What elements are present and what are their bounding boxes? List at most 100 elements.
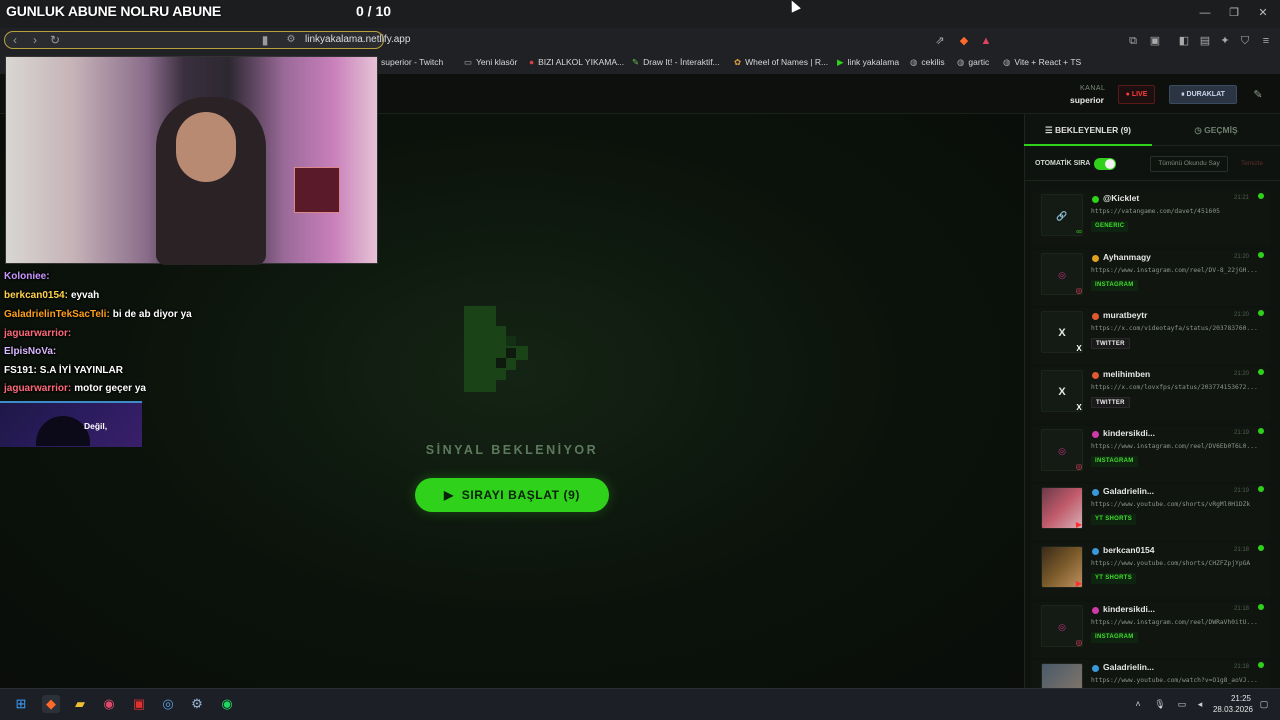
channel-name: superior (1069, 95, 1104, 105)
queue-item-time: 21:21 (1234, 195, 1250, 201)
microphone-icon[interactable]: 🎙 (1154, 698, 1166, 710)
reload-icon[interactable]: ↻ (48, 33, 62, 47)
minimize-icon[interactable]: — (1198, 6, 1212, 20)
queue-item-url[interactable]: https://www.instagram.com/reel/DWRaVh0it… (1091, 619, 1261, 626)
chat-text: S.A İYİ YAYINLAR (39, 365, 123, 376)
channel-label: KANAL (1080, 85, 1106, 92)
network-icon[interactable]: ▭ (1176, 698, 1188, 710)
queue-item-url[interactable]: https://www.instagram.com/reel/DV6Eb0T6L… (1091, 443, 1261, 450)
forward-icon[interactable]: › (28, 33, 42, 47)
url-text[interactable]: linkyakalama.netlify.app (305, 34, 410, 45)
queue-item[interactable]: ▶Galadrielin...21:18https://www.youtube.… (1032, 660, 1270, 705)
stream-overlay-counter: 0 / 10 (356, 3, 392, 19)
site-info-icon[interactable]: ⚙ (284, 33, 298, 47)
chat-username: ElpisNoVa: (4, 346, 57, 357)
wallet-icon[interactable]: ▤ (1198, 34, 1212, 48)
notification-icon[interactable]: ▢ (1258, 698, 1270, 710)
steam-icon[interactable]: ⚙ (188, 695, 206, 713)
queue-item-url[interactable]: https://www.youtube.com/shorts/vRgMl0H1D… (1091, 501, 1261, 508)
instagram-icon: ◎ ◎ (1041, 605, 1083, 647)
volume-icon[interactable]: ◂ (1194, 698, 1206, 710)
tray-chevron-icon[interactable]: ˄ (1132, 698, 1144, 710)
clock-icon: ◷ (1194, 125, 1205, 135)
clock-date[interactable]: 28.03.2026 (1210, 705, 1256, 714)
edit-icon[interactable]: ✎ (1250, 87, 1266, 103)
bookmark-item[interactable]: ▶ link yakalama (837, 57, 899, 68)
status-dot-icon (1258, 486, 1264, 492)
source-dot-icon (1092, 196, 1099, 203)
mark-all-read-button[interactable]: Tümünü Okundu Say (1150, 156, 1228, 172)
file-explorer-icon[interactable]: ▰ (71, 695, 89, 713)
bookmark-item[interactable]: ◍ Vite + React + TS (1003, 57, 1081, 68)
queue-item-url[interactable]: https://x.com/lovxfps/status/20377415367… (1091, 384, 1261, 391)
pause-button[interactable]: ⏸ DURAKLAT (1169, 85, 1237, 104)
platform-tag: YT SHORTS (1091, 573, 1137, 584)
queue-item-name: kindersikdi... (1103, 604, 1155, 614)
app-icon[interactable]: ◉ (100, 695, 118, 713)
bookmark-item[interactable]: ● BIZI ALKOL YIKAMA... (529, 57, 624, 67)
queue-item-url[interactable]: https://www.youtube.com/shorts/CHZFZpjYp… (1091, 560, 1261, 567)
queue-item[interactable]: ▶ berkcan0154 21:18 https://www.youtube.com… (1032, 543, 1270, 599)
queue-item-url[interactable]: https://www.instagram.com/reel/DV-8_22jG… (1091, 267, 1261, 274)
queue-item[interactable]: ▶ Galadrielin... 21:19 https://www.youtube.… (1032, 484, 1270, 540)
start-queue-button[interactable]: ▶ SIRAYI BAŞLAT (9) (415, 478, 609, 512)
source-dot-icon (1092, 489, 1099, 496)
leo-ai-icon[interactable]: ✦ (1218, 34, 1232, 48)
brave-shield-icon[interactable]: ◆ (957, 34, 971, 48)
video-thumbnail: ▶ (1041, 546, 1083, 588)
queue-item-name: Ayhanmagy (1103, 252, 1151, 262)
clear-button[interactable]: Temizle (1234, 156, 1270, 172)
bookmark-item[interactable]: ▭ Yeni klasör (464, 57, 517, 68)
queue-item-name: Galadrielin... (1103, 486, 1155, 496)
app-icon[interactable]: ◎ (159, 695, 177, 713)
rewards-icon[interactable]: ▲ (979, 34, 993, 48)
play-icon: ▶ (444, 488, 462, 502)
chat-username: berkcan0154: (4, 290, 68, 301)
queue-item-url[interactable]: https://vatangame.com/davet/451605 (1091, 208, 1261, 215)
sidebar-toggle-icon[interactable]: ◧ (1177, 34, 1191, 48)
platform-badge-icon: ◎ (1075, 638, 1083, 647)
bookmark-page-icon[interactable]: ▮ (258, 33, 272, 47)
spotify-icon[interactable]: ◉ (218, 695, 236, 713)
queue-item[interactable]: 🔗 ∞ @Kicklet 21:21 https://vatangame.com/dav… (1032, 191, 1270, 247)
bookmark-item[interactable]: ✎ Draw It! - İnteraktif... (632, 57, 720, 68)
source-dot-icon (1092, 548, 1099, 555)
queue-item-time: 21:20 (1234, 312, 1250, 318)
windows-start-icon[interactable]: ⊞ (12, 695, 30, 713)
bookmark-item[interactable]: ✿ Wheel of Names | R... (734, 57, 828, 68)
status-dot-icon (1258, 193, 1264, 199)
share-icon[interactable]: ⇗ (933, 34, 947, 48)
source-dot-icon (1092, 431, 1099, 438)
logo-icon (464, 306, 528, 392)
bookmark-item[interactable]: ◍ gartic (957, 57, 989, 68)
link-icon: 🔗 ∞ (1041, 194, 1083, 236)
queue-item[interactable]: ◎ ◎ Ayhanmagy 21:20 https://www.instagram.co… (1032, 250, 1270, 306)
chat-username: jaguarwarrior: (4, 328, 72, 339)
tab-history[interactable]: ◷ GEÇMİŞ (1152, 114, 1280, 146)
box-prop (294, 167, 340, 213)
app-icon[interactable]: ▣ (130, 695, 148, 713)
bookmark-item[interactable]: superior - Twitch (381, 57, 443, 67)
clock-time[interactable]: 21:25 (1226, 694, 1256, 703)
menu-icon[interactable]: ≡ (1259, 34, 1273, 48)
bookmark-item[interactable]: ◍ cekilis (910, 57, 945, 68)
close-icon[interactable]: ✕ (1256, 6, 1270, 20)
extensions-icon[interactable]: ⧉ (1126, 34, 1140, 48)
chat-message: jaguarwarrior: motor geçer ya (4, 383, 146, 394)
status-dot-icon (1258, 310, 1264, 316)
vpn-icon[interactable]: ⛉ (1238, 34, 1252, 48)
queue-item[interactable]: ◎ ◎ kindersikdi... 21:19 https://www.instagr… (1032, 426, 1270, 482)
maximize-icon[interactable]: ❐ (1227, 6, 1241, 20)
queue-item-url[interactable]: https://x.com/videotayfa/status/20378376… (1091, 325, 1261, 332)
back-icon[interactable]: ‹ (8, 33, 22, 47)
queue-item[interactable]: X X muratbeytr 21:20 https://x.com/videotayf… (1032, 308, 1270, 364)
platform-badge-icon: ◎ (1075, 286, 1083, 295)
queue-item-url[interactable]: https://www.youtube.com/watch?v=O1g8_aoV… (1091, 677, 1261, 684)
chat-username: Koloniee: (4, 271, 50, 282)
screenshot-icon[interactable]: ▣ (1148, 34, 1162, 48)
tab-queue[interactable]: ☰ BEKLEYENLER (9) (1024, 114, 1152, 146)
live-button[interactable]: ● LIVE (1118, 85, 1155, 104)
brave-taskbar-icon[interactable]: ◆ (42, 695, 60, 713)
queue-item[interactable]: X X melihimben 21:20 https://x.com/lovxfps/s… (1032, 367, 1270, 423)
queue-item[interactable]: ◎ ◎ kindersikdi... 21:18 https://www.instagr… (1032, 602, 1270, 658)
